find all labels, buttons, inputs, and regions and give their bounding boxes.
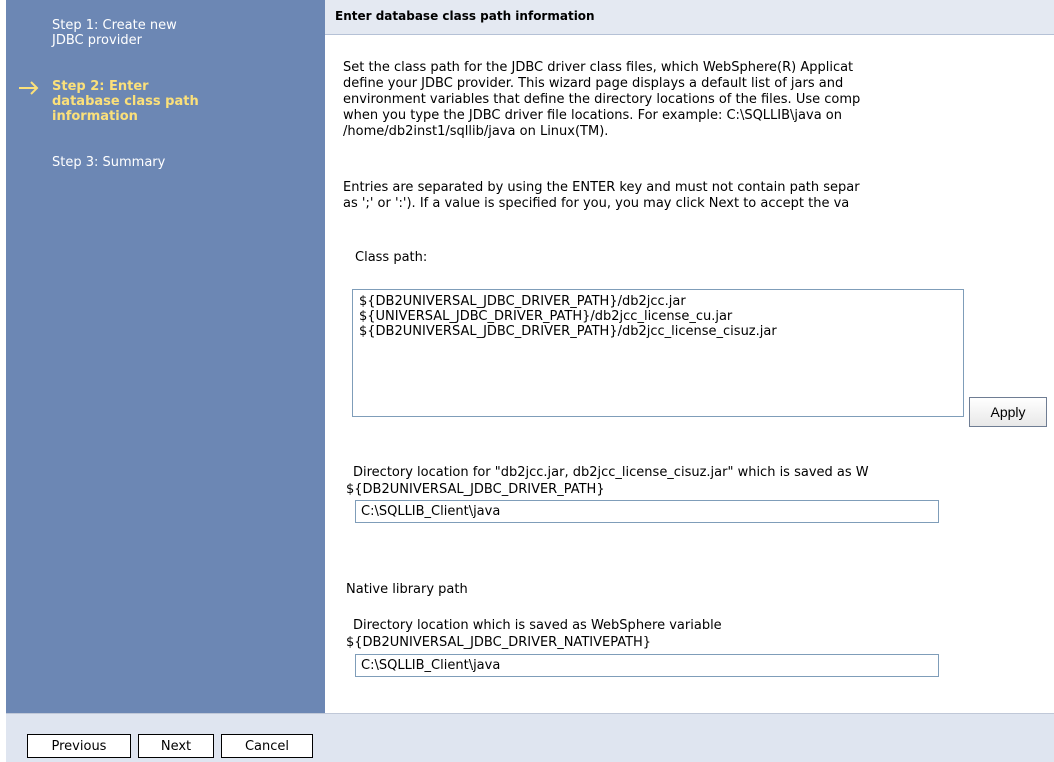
- intro-line-2: define your JDBC provider. This wizard p…: [343, 76, 844, 91]
- classpath-entry: ${DB2UNIVERSAL_JDBC_DRIVER_PATH}/db2jcc.…: [359, 294, 686, 309]
- step-2-label-line2: database class path: [52, 94, 199, 109]
- separator-line-2: as ';' or ':'). If a value is specified …: [343, 196, 850, 211]
- driver-path-field[interactable]: C:\SQLLIB_Client\java: [355, 500, 939, 523]
- wizard-button-bar: Previous Next Cancel: [6, 713, 1054, 762]
- separator-line-1: Entries are separated by using the ENTER…: [343, 180, 860, 195]
- right-arrow-icon: [19, 81, 39, 95]
- dir-location-variable: ${DB2UNIVERSAL_JDBC_DRIVER_PATH}: [346, 482, 605, 497]
- classpath-textarea[interactable]: ${DB2UNIVERSAL_JDBC_DRIVER_PATH}/db2jcc.…: [352, 289, 964, 417]
- wizard-steps-sidebar: Step 1: Create new JDBC provider Step 2:…: [6, 0, 325, 713]
- apply-button[interactable]: Apply: [969, 397, 1047, 427]
- section-header: Enter database class path information: [325, 0, 1054, 35]
- step-1-item[interactable]: Step 1: Create new JDBC provider: [52, 18, 317, 48]
- separator-paragraph: Entries are separated by using the ENTER…: [343, 180, 1054, 212]
- native-path-field[interactable]: C:\SQLLIB_Client\java: [355, 654, 939, 677]
- next-button[interactable]: Next: [138, 734, 214, 758]
- native-library-section-label: Native library path: [346, 582, 468, 597]
- step-2-label-line3: information: [52, 109, 138, 124]
- step-3-label-line1: Step 3: Summary: [52, 155, 166, 170]
- intro-line-4: when you type the JDBC driver file locat…: [343, 108, 842, 123]
- previous-button[interactable]: Previous: [27, 734, 131, 758]
- classpath-entry: ${UNIVERSAL_JDBC_DRIVER_PATH}/db2jcc_lic…: [359, 309, 733, 324]
- classpath-entry: ${DB2UNIVERSAL_JDBC_DRIVER_PATH}/db2jcc_…: [359, 324, 777, 339]
- classpath-label: Class path:: [355, 250, 428, 265]
- step-1-label-line2: JDBC provider: [52, 33, 142, 48]
- step-1-label-line1: Step 1: Create new: [52, 18, 177, 33]
- intro-line-1: Set the class path for the JDBC driver c…: [343, 60, 854, 75]
- dir-location-label: Directory location for "db2jcc.jar, db2j…: [353, 465, 869, 480]
- intro-paragraph: Set the class path for the JDBC driver c…: [343, 60, 1054, 140]
- native-location-variable: ${DB2UNIVERSAL_JDBC_DRIVER_NATIVEPATH}: [346, 635, 652, 650]
- step-2-item[interactable]: Step 2: Enter database class path inform…: [52, 79, 317, 124]
- page-title: Enter database class path information: [335, 9, 595, 23]
- step-3-item[interactable]: Step 3: Summary: [52, 155, 317, 170]
- intro-line-5: /home/db2inst1/sqllib/java on Linux(TM).: [343, 124, 609, 139]
- intro-line-3: environment variables that define the di…: [343, 92, 861, 107]
- step-2-label-line1: Step 2: Enter: [52, 79, 149, 94]
- main-content: Enter database class path information Se…: [325, 0, 1054, 713]
- native-location-label: Directory location which is saved as Web…: [353, 618, 722, 633]
- cancel-button[interactable]: Cancel: [221, 734, 313, 758]
